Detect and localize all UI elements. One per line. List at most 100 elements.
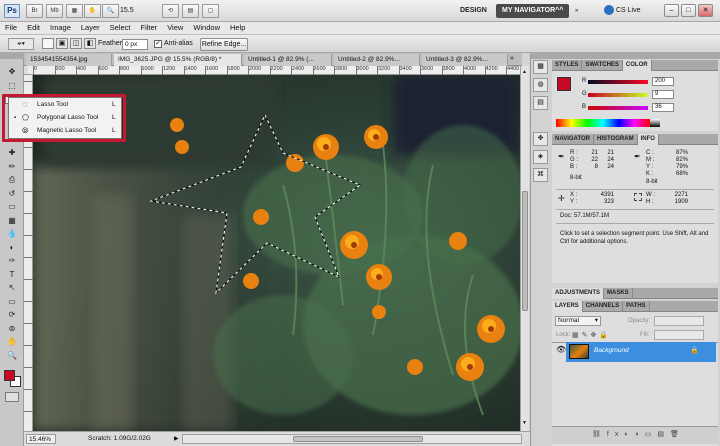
horizontal-scrollbar[interactable]: [182, 434, 522, 444]
brush-icon[interactable]: ✏: [5, 162, 19, 172]
layer-visibility-eye-icon[interactable]: 👁: [556, 345, 566, 354]
workspace-my-navigator[interactable]: MY NAVIGATOR^^: [496, 4, 570, 18]
layer-footer-icons[interactable]: ⛓fx◐◑▭▤🗑: [592, 430, 685, 438]
mini-panel-icon-2[interactable]: ◍: [533, 78, 548, 92]
layer-row-background[interactable]: Background 🔒: [566, 342, 716, 362]
tab-layers[interactable]: LAYERS: [552, 301, 583, 312]
lock-icons[interactable]: ▦✎✥🔒: [572, 331, 611, 339]
tab-paths[interactable]: PATHS: [623, 301, 650, 312]
clone-stamp-icon[interactable]: ⎙: [5, 175, 19, 185]
channel-r-value[interactable]: 200: [652, 77, 674, 86]
menu-filter[interactable]: Filter: [136, 22, 163, 34]
menu-view[interactable]: View: [162, 22, 188, 34]
channel-b-value[interactable]: 36: [652, 103, 674, 112]
tab-masks[interactable]: MASKS: [604, 288, 633, 299]
move-icon[interactable]: ✥: [5, 67, 19, 77]
tab-adjustments[interactable]: ADJUSTMENTS: [552, 288, 605, 299]
type-icon[interactable]: T: [5, 270, 19, 280]
workspace-menu-icon[interactable]: »: [575, 5, 578, 17]
opacity-input[interactable]: [654, 316, 704, 326]
vertical-scrollbar[interactable]: ▲ ▼: [520, 66, 529, 431]
new-selection-icon[interactable]: [42, 38, 54, 49]
menu-edit[interactable]: Edit: [22, 22, 45, 34]
scroll-up-icon[interactable]: ▲: [522, 69, 528, 75]
feather-input[interactable]: 0 px: [122, 39, 148, 50]
view-extras-button[interactable]: ▦: [66, 4, 83, 18]
3d-rotate-icon[interactable]: ⟳: [5, 310, 19, 320]
shape-icon[interactable]: ▭: [5, 297, 19, 307]
zoom-level-display[interactable]: 15.5: [120, 5, 160, 17]
close-button[interactable]: ✕: [698, 4, 713, 17]
menu-select[interactable]: Select: [105, 22, 136, 34]
bridge-button[interactable]: Br: [26, 4, 43, 18]
arrange-documents-button[interactable]: ▤: [182, 4, 199, 18]
minimize-button[interactable]: –: [664, 4, 679, 17]
menu-window[interactable]: Window: [188, 22, 225, 34]
more-tabs-icon[interactable]: »: [510, 55, 514, 62]
screen-mode-button[interactable]: ▢: [202, 4, 219, 18]
tab-navigator[interactable]: NAVIGATOR: [552, 134, 595, 145]
marquee-icon[interactable]: ⬚: [5, 81, 19, 91]
dodge-icon[interactable]: ◐: [5, 243, 19, 253]
tab-document-untitled-1[interactable]: Untitled-1 @ 82.9% (...: [244, 54, 332, 66]
cs-live-button[interactable]: CS Live: [616, 5, 641, 17]
status-zoom-field[interactable]: 15.46%: [26, 434, 56, 444]
anti-alias-checkbox[interactable]: ✓: [154, 40, 162, 48]
vertical-scroll-thumb[interactable]: [522, 191, 528, 311]
foreground-color-swatch-top[interactable]: [4, 370, 15, 381]
grayscale-ramp[interactable]: [650, 119, 660, 127]
tab-channels[interactable]: CHANNELS: [583, 301, 624, 312]
channel-r-slider[interactable]: [588, 80, 648, 84]
mini-panel-icon-6[interactable]: ⌘: [533, 168, 548, 182]
zoom-tool-button[interactable]: 🔍: [102, 4, 119, 18]
path-select-icon[interactable]: ↖: [5, 283, 19, 293]
color-spectrum-bar[interactable]: [556, 119, 650, 127]
mini-panel-icon-5[interactable]: ◈: [533, 150, 548, 164]
3d-orbit-icon[interactable]: ⊚: [5, 324, 19, 334]
channel-g-slider[interactable]: [588, 93, 648, 97]
tab-color[interactable]: COLOR: [622, 60, 652, 71]
tab-swatches[interactable]: SWATCHES: [582, 60, 623, 71]
tools-panel-header[interactable]: [0, 53, 24, 59]
horizontal-scroll-thumb[interactable]: [293, 436, 423, 442]
pen-icon[interactable]: ✑: [5, 256, 19, 266]
subtract-selection-icon[interactable]: ◫: [70, 38, 82, 49]
tab-document-1[interactable]: 1534541554354.jpg: [26, 54, 112, 66]
rotate-view-button[interactable]: ⟲: [162, 4, 179, 18]
mini-panel-icon-4[interactable]: ✥: [533, 132, 548, 146]
scroll-down-icon[interactable]: ▼: [522, 420, 528, 426]
eraser-icon[interactable]: ▭: [5, 202, 19, 212]
refine-edge-button[interactable]: Refine Edge...: [200, 38, 248, 51]
maximize-button[interactable]: □: [681, 4, 696, 17]
tab-info[interactable]: INFO: [637, 134, 659, 145]
workspace-design[interactable]: DESIGN: [454, 4, 493, 18]
foreground-color-chip[interactable]: [557, 77, 571, 91]
hand-icon[interactable]: ✋: [5, 337, 19, 347]
minibridge-button[interactable]: Mb: [46, 4, 63, 18]
fill-input[interactable]: [654, 330, 704, 340]
mini-panel-icon-3[interactable]: ▤: [533, 96, 548, 110]
blur-icon[interactable]: 💧: [5, 229, 19, 239]
panel-dock-header[interactable]: [531, 53, 720, 59]
gradient-icon[interactable]: ▦: [5, 216, 19, 226]
menu-help[interactable]: Help: [225, 22, 250, 34]
tab-document-untitled-3[interactable]: Untitled-3 @ 82.9%...: [422, 54, 508, 66]
hand-tool-button[interactable]: ✋: [84, 4, 101, 18]
healing-icon[interactable]: ✚: [5, 148, 19, 158]
tab-document-active[interactable]: IMG_3625.JPG @ 15.5% (RGB/8) *: [114, 54, 242, 66]
tool-preset-picker[interactable]: ⌖▾: [8, 38, 34, 50]
menu-image[interactable]: Image: [45, 22, 76, 34]
status-menu-icon[interactable]: ▶: [174, 436, 179, 443]
intersect-selection-icon[interactable]: ◧: [84, 38, 96, 49]
quick-mask-icon[interactable]: [5, 392, 19, 402]
tab-document-untitled-2[interactable]: Untitled-2 @ 82.9%...: [334, 54, 420, 66]
add-selection-icon[interactable]: ▣: [56, 38, 68, 49]
menu-file[interactable]: File: [0, 22, 22, 34]
menu-layer[interactable]: Layer: [76, 22, 105, 34]
history-brush-icon[interactable]: ↺: [5, 189, 19, 199]
channel-b-slider[interactable]: [588, 106, 648, 110]
zoom-icon[interactable]: 🔍: [5, 351, 19, 361]
tab-histogram[interactable]: HISTOGRAM: [594, 134, 638, 145]
tab-styles[interactable]: STYLES: [552, 60, 583, 71]
mini-panel-icon-1[interactable]: ▦: [533, 60, 548, 74]
